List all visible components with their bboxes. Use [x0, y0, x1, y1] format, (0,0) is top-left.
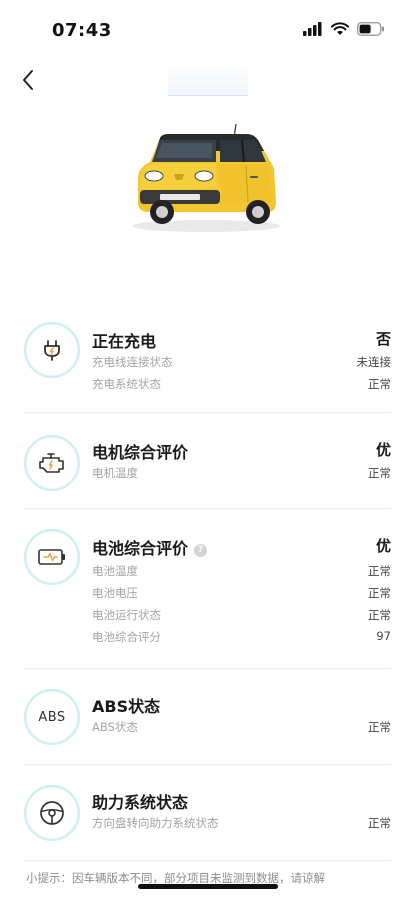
sub-value: 正常: [368, 816, 391, 830]
car-illustration: [132, 123, 280, 232]
steering-wheel-icon: [24, 785, 80, 841]
item-title: 正在充电: [92, 332, 157, 351]
sub-label: 方向盘转向助力系统状态: [92, 816, 219, 830]
vehicle-health-page: 07:43 正在充电 否 充电线连接状态 未连接 充电系统状态 正常 电机综合评…: [0, 0, 415, 900]
item-title: ABS状态: [92, 697, 161, 716]
sub-value: 正常: [368, 720, 391, 734]
item-title: 助力系统状态: [92, 793, 189, 812]
sub-label: 充电系统状态: [92, 377, 161, 391]
sub-row: 充电系统状态 正常: [92, 376, 391, 394]
wifi-icon: [331, 22, 349, 35]
sub-label: 电池运行状态: [92, 608, 161, 622]
list-item-battery[interactable]: 电池综合评价? 优 电池温度 正常 电池电压 正常 电池运行状态 正常 电池综合…: [24, 509, 391, 669]
sub-row: 电池运行状态 正常: [92, 607, 391, 625]
item-value: 优: [375, 441, 391, 459]
sub-value: 未连接: [356, 355, 392, 369]
chevron-left-icon: [23, 70, 33, 90]
sub-label: 电机温度: [92, 466, 138, 480]
battery-icon: [24, 529, 80, 585]
sub-label: 电池电压: [92, 586, 138, 600]
list-item-motor[interactable]: 电机综合评价 优 电机温度 正常: [24, 413, 391, 509]
back-button[interactable]: [12, 64, 44, 96]
list-item-steering[interactable]: 助力系统状态 方向盘转向助力系统状态 正常: [24, 765, 391, 861]
status-bar: 07:43: [0, 0, 415, 56]
sub-row: 电池温度 正常: [92, 563, 391, 581]
sub-value: 正常: [368, 564, 391, 578]
sub-row: 电池电压 正常: [92, 585, 391, 603]
sub-value: 正常: [368, 466, 391, 480]
battery-status-icon: [357, 22, 384, 36]
sub-row: 方向盘转向助力系统状态 正常: [92, 815, 391, 833]
item-title: 电机综合评价: [92, 443, 189, 462]
item-value: 否: [375, 330, 391, 348]
sub-label: ABS状态: [92, 720, 138, 734]
abs-icon-text: ABS: [38, 709, 66, 725]
diagnostic-list: 正在充电 否 充电线连接状态 未连接 充电系统状态 正常 电机综合评价 优 电机…: [24, 312, 391, 861]
sub-label: 电池综合评分: [92, 630, 161, 644]
sub-value: 97: [376, 629, 391, 643]
abs-icon: ABS: [24, 689, 80, 745]
item-title-text: 电池综合评价: [92, 539, 189, 558]
motor-engine-icon: [24, 435, 80, 491]
sub-label: 充电线连接状态: [92, 355, 173, 369]
status-time: 07:43: [52, 20, 112, 41]
sub-row: ABS状态 正常: [92, 719, 391, 737]
sub-value: 正常: [368, 377, 391, 391]
home-indicator: [138, 884, 278, 889]
item-value: 优: [375, 537, 391, 555]
status-icons: [303, 22, 385, 36]
list-item-charging[interactable]: 正在充电 否 充电线连接状态 未连接 充电系统状态 正常: [24, 312, 391, 413]
sub-label: 电池温度: [92, 564, 138, 578]
list-item-abs[interactable]: ABS ABS状态 ABS状态 正常: [24, 669, 391, 765]
cellular-signal-icon: [303, 22, 322, 36]
sub-row: 电池综合评分 97: [92, 629, 391, 647]
charging-plug-icon: [24, 322, 80, 378]
question-icon[interactable]: ?: [194, 544, 208, 557]
nav-title: [168, 60, 248, 96]
sub-row: 充电线连接状态 未连接: [92, 354, 391, 372]
item-title: 电池综合评价?: [92, 535, 208, 559]
sub-value: 正常: [368, 586, 391, 600]
sub-row: 电机温度 正常: [92, 465, 391, 483]
sub-value: 正常: [368, 608, 391, 622]
car-image: [126, 118, 286, 236]
